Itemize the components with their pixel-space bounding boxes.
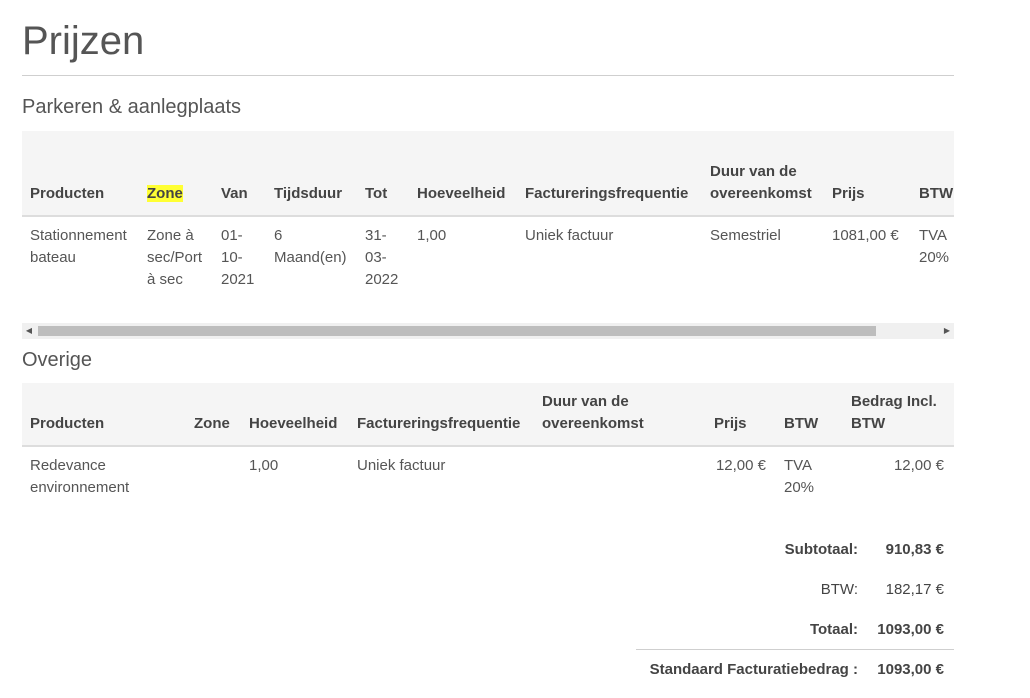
- cell-btw-l2: 20%: [784, 479, 815, 496]
- col-header-tot: Tot: [365, 185, 388, 202]
- cell-zone-l2: sec/Port: [147, 249, 203, 266]
- cell-tot-l3: 2022: [365, 271, 399, 288]
- col-header-bedrag-line2: BTW: [851, 415, 886, 432]
- cell-zone-l1: Zone à: [147, 227, 194, 244]
- scrollbar-thumb[interactable]: [38, 326, 876, 336]
- col-header-duur-line2: overeenkomst: [542, 415, 644, 432]
- standard-amount-label: Standaard Facturatiebedrag :: [649, 661, 858, 678]
- cell-van-l3: 2021: [221, 271, 255, 288]
- cell-prijs: 12,00 €: [715, 457, 766, 474]
- col-header-btw: BTW: [784, 415, 819, 432]
- cell-btw-l1: TVA: [919, 227, 948, 244]
- cell-van-l2: 10-: [221, 249, 243, 266]
- scroll-left-icon[interactable]: ◀: [22, 323, 36, 339]
- cell-producten-l2: bateau: [30, 249, 76, 266]
- col-header-producten: Producten: [30, 185, 105, 202]
- col-header-hoeveelheid: Hoeveelheid: [417, 185, 506, 202]
- cell-tijdsduur-l2: Maand(en): [274, 249, 347, 266]
- btw-total-label: BTW:: [820, 581, 858, 598]
- col-header-duur-line1: Duur van de: [710, 163, 797, 180]
- total-label: Totaal:: [809, 621, 858, 638]
- table-row: Redevance environnement 1,00 Uniek factu…: [22, 447, 954, 511]
- parking-section-title: Parkeren & aanlegplaats: [22, 96, 242, 118]
- cell-producten-l1: Redevance: [30, 457, 106, 474]
- cell-producten-l2: environnement: [30, 479, 130, 496]
- cell-tot-l2: 03-: [365, 249, 387, 266]
- cell-frequentie: Uniek factuur: [525, 227, 614, 244]
- col-header-prijs: Prijs: [714, 415, 747, 432]
- col-header-btw: BTW: [919, 185, 954, 202]
- cell-hoeveelheid: 1,00: [417, 227, 447, 244]
- cell-tijdsduur-l1: 6: [274, 227, 283, 244]
- subtotal-label: Subtotaal:: [784, 541, 858, 558]
- parking-table: Producten Zone Van Tijdsduur Tot Hoeveel…: [22, 131, 954, 323]
- col-header-frequentie: Factureringsfrequentie: [525, 185, 689, 202]
- cell-btw-l1: TVA: [784, 457, 813, 474]
- other-section-title: Overige: [22, 349, 93, 371]
- cell-producten-l1: Stationnement: [30, 227, 127, 244]
- title-divider: [22, 75, 954, 76]
- total-value: 1093,00 €: [877, 621, 944, 638]
- cell-bedrag: 12,00 €: [893, 457, 944, 474]
- cell-tot-l1: 31-: [365, 227, 387, 244]
- zone-highlight: Zone: [147, 185, 183, 202]
- page-title: Prijzen: [22, 19, 145, 63]
- cell-prijs: 1081,00 €: [832, 227, 899, 244]
- col-header-tijdsduur: Tijdsduur: [274, 185, 343, 202]
- parking-table-header: Producten Zone Van Tijdsduur Tot Hoeveel…: [22, 131, 954, 217]
- col-header-van: Van: [221, 185, 248, 202]
- col-header-producten: Producten: [30, 415, 105, 432]
- cell-duur: Semestriel: [710, 227, 781, 244]
- col-header-hoeveelheid: Hoeveelheid: [249, 415, 338, 432]
- standard-amount-value: 1093,00 €: [877, 661, 944, 678]
- cell-hoeveelheid: 1,00: [249, 457, 279, 474]
- col-header-zone: Zone: [147, 183, 183, 205]
- cell-btw-l2: 20%: [919, 249, 950, 266]
- table-row: Stationnement bateau Zone à sec/Port à s…: [22, 217, 954, 321]
- col-header-frequentie: Factureringsfrequentie: [357, 415, 521, 432]
- other-table: Producten Zone Hoeveelheid Factureringsf…: [22, 383, 954, 513]
- subtotal-value: 910,83 €: [885, 541, 944, 558]
- col-header-zone: Zone: [194, 415, 230, 432]
- other-table-header: Producten Zone Hoeveelheid Factureringsf…: [22, 383, 954, 447]
- col-header-duur-line1: Duur van de: [542, 393, 629, 410]
- scroll-right-icon[interactable]: ▶: [940, 323, 954, 339]
- totals-divider: [636, 649, 954, 650]
- horizontal-scrollbar[interactable]: ◀ ▶: [22, 323, 954, 339]
- col-header-duur-line2: overeenkomst: [710, 185, 812, 202]
- cell-zone-l3: à sec: [147, 271, 183, 288]
- col-header-prijs: Prijs: [832, 185, 865, 202]
- cell-frequentie: Uniek factuur: [357, 457, 446, 474]
- btw-total-value: 182,17 €: [885, 581, 944, 598]
- cell-van-l1: 01-: [221, 227, 243, 244]
- col-header-bedrag-line1: Bedrag Incl.: [851, 393, 937, 410]
